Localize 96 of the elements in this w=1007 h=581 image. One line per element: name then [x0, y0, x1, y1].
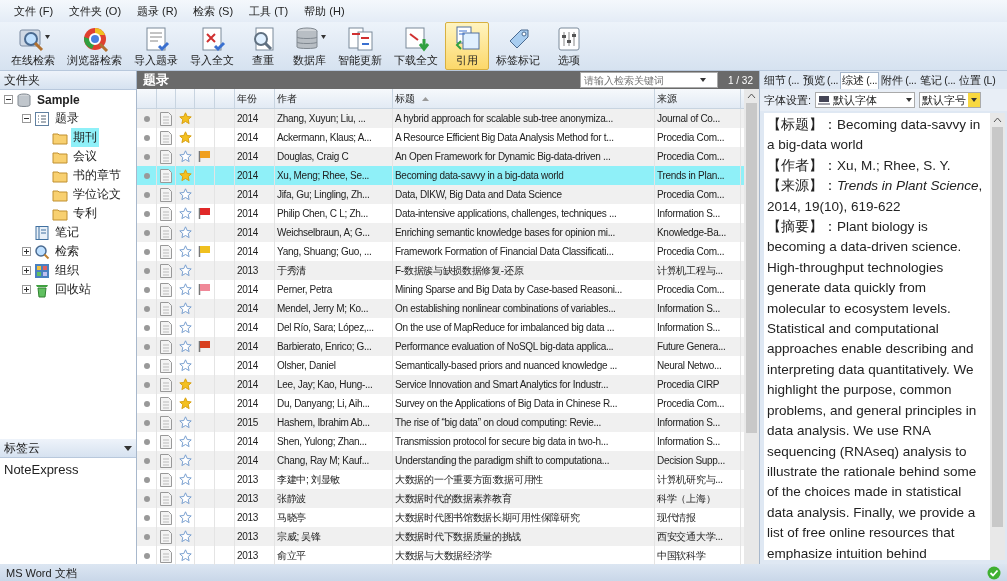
toolbar-button[interactable]: 下载全文 [389, 22, 443, 70]
detail-paragraph: 【标题】：Becoming data-savvy in a big-data world [767, 116, 982, 155]
tab[interactable]: 细节 (... [762, 72, 802, 89]
table-cell: 于秀清 [275, 261, 393, 280]
panel-header: 文件夹 [0, 71, 136, 90]
table-cell: Performance evaluation of NoSQL big-data applica... [393, 337, 655, 356]
tab[interactable]: 预览 (... [801, 72, 841, 89]
table-cell: Decision Supp... [655, 451, 741, 470]
table-cell: 2014 [235, 223, 275, 242]
table-cell: 2014 [235, 299, 275, 318]
search-field[interactable]: 请输入检索关键词 [579, 72, 718, 88]
table-cell: Understanding the paradigm shift to computationa... [393, 451, 655, 470]
toolbar-button[interactable]: 智能更新 [333, 22, 387, 70]
table-cell: 2014 [235, 337, 275, 356]
table-cell: Data, DIKW, Big Data and Data Science [393, 185, 655, 204]
toolbar-button[interactable]: 标签标记 [491, 22, 545, 70]
panel-title: 标签云 [4, 439, 40, 457]
toolbar-button[interactable]: 选项 [547, 22, 591, 70]
table-cell: 计算机工程与... [655, 261, 741, 280]
table-cell: 宗威; 吴锋 [275, 527, 393, 546]
table-cell: Information S... [655, 299, 741, 318]
tree-item[interactable]: 题录 [53, 109, 81, 128]
table-cell: Knowledge-Ba... [655, 223, 741, 242]
tree-item[interactable]: 书的章节 [71, 166, 123, 185]
tree-item[interactable]: 专利 [71, 204, 99, 223]
menu-item[interactable]: 工具 (T) [243, 1, 295, 21]
font-size-dropdown[interactable]: 默认字号 [919, 92, 982, 108]
toolbar-button[interactable]: 浏览器检索 [62, 22, 127, 70]
table-cell: Service Innovation and Smart Analytics for Industr... [393, 375, 655, 394]
tree-item[interactable]: 期刊 [71, 128, 99, 147]
toolbar-button[interactable]: 导入全文 [185, 22, 239, 70]
table-cell: Future Genera... [655, 337, 741, 356]
table-cell: 2014 [235, 185, 275, 204]
tree-item[interactable]: 回收站 [53, 280, 93, 299]
menu-item[interactable]: 帮助 (H) [298, 1, 351, 21]
record-counter: 1 / 32 [727, 74, 753, 86]
table-cell: Jifa, Gu; Lingling, Zh... [275, 185, 393, 204]
table-cell: 西安交通大学... [655, 527, 741, 546]
panel-title: 题录 [143, 71, 169, 89]
column-header[interactable]: 年份 [235, 89, 275, 108]
tab[interactable]: 位置 (L) [957, 72, 998, 89]
tree-item[interactable]: 会议 [71, 147, 99, 166]
toolbar-button[interactable]: 导入题录 [129, 22, 183, 70]
table-cell: Mendel, Jerry M; Ko... [275, 299, 393, 318]
table-cell: 2014 [235, 451, 275, 470]
column-header[interactable]: 标题 [393, 89, 655, 108]
menu-item[interactable]: 文件夹 (O) [63, 1, 128, 21]
table-cell: Chang, Ray M; Kauf... [275, 451, 393, 470]
tree-item[interactable]: 组织 [53, 261, 81, 280]
tab[interactable]: 笔记 (... [918, 72, 958, 89]
table-cell: Procedia Com... [655, 185, 741, 204]
table-cell: 张静波 [275, 489, 393, 508]
column-header[interactable]: 作者 [275, 89, 393, 108]
table-cell: F-数据簇与缺损数据修复-还原 [393, 261, 655, 280]
detail-paragraph: 【来源】：Trends in Plant Science, 2014, 19(10), 619-622 [767, 177, 984, 216]
table-cell: 2014 [235, 375, 275, 394]
table-cell: 2013 [235, 261, 275, 280]
table-cell: 大数据时代的数据素养教育 [393, 489, 655, 508]
table-cell: Enriching semantic knowledge bases for opinion mi... [393, 223, 655, 242]
toolbar-button[interactable]: 在线检索 [6, 22, 60, 70]
table-cell: Procedia CIRP [655, 375, 741, 394]
table-cell: Weichselbraun, A; G... [275, 223, 393, 242]
tab[interactable]: 附件 (... [879, 72, 919, 89]
detail-paragraph: 【作者】：Xu, M.; Rhee, S. Y. [767, 156, 952, 175]
tab[interactable]: 综述 (... [840, 72, 880, 89]
table-cell: Barbierato, Enrico; G... [275, 337, 393, 356]
table-cell: 大数据时代下数据质量的挑战 [393, 527, 655, 546]
table-cell: On establishing nonlinear combinations of variables... [393, 299, 655, 318]
toolbar-button[interactable]: 查重 [241, 22, 285, 70]
table-cell: 2015 [235, 413, 275, 432]
table-cell: The rise of “big data” on cloud computing: Revie... [393, 413, 655, 432]
table-cell: Zhang, Xuyun; Liu, ... [275, 109, 393, 128]
tree-item[interactable]: Sample [35, 91, 82, 108]
tree-item[interactable]: 检索 [53, 242, 81, 261]
table-cell: Information S... [655, 413, 741, 432]
table-cell: 科学（上海） [655, 489, 741, 508]
font-dropdown[interactable]: 默认字体 [815, 92, 916, 108]
table-cell: 2013 [235, 489, 275, 508]
toolbar-button[interactable]: 数据库 [287, 22, 331, 70]
column-header[interactable]: 来源 [655, 89, 741, 108]
status-text: MS Word 文档 [6, 565, 77, 581]
table-cell: A hybrid approach for scalable sub-tree anonymiza... [393, 109, 655, 128]
tag[interactable]: NoteExpress [0, 458, 136, 481]
tree-item[interactable]: 笔记 [53, 223, 81, 242]
menu-item[interactable]: 文件 (F) [8, 1, 60, 21]
table-cell: 2013 [235, 527, 275, 546]
table-cell: Hashem, Ibrahim Ab... [275, 413, 393, 432]
menu-item[interactable]: 检索 (S) [187, 1, 240, 21]
table-cell: Journal of Co... [655, 109, 741, 128]
toolbar-button[interactable]: 引用 [445, 22, 489, 70]
table-cell: Lee, Jay; Kao, Hung-... [275, 375, 393, 394]
table-cell: 2014 [235, 109, 275, 128]
tree-item[interactable]: 学位论文 [71, 185, 123, 204]
menu-item[interactable]: 题录 (R) [131, 1, 184, 21]
detail-paragraph: 【摘要】：Plant biology is becoming a data-driven science. High-throughput technologies generate data quickly from molecular to ecosystem levels. Statistical and computational approaches enable describing and interpreting data quantitatively. We highlight the purpose, common problems, and general principles in data analysis. We use RNA sequencing (RNAseq) analysis to illustrate the rationale behind some of the choices made in statistical data analysis. Finally, we provide a list of free online resources that emphasize intuition behind [767, 218, 978, 560]
field-label: 字体设置: [764, 92, 812, 108]
